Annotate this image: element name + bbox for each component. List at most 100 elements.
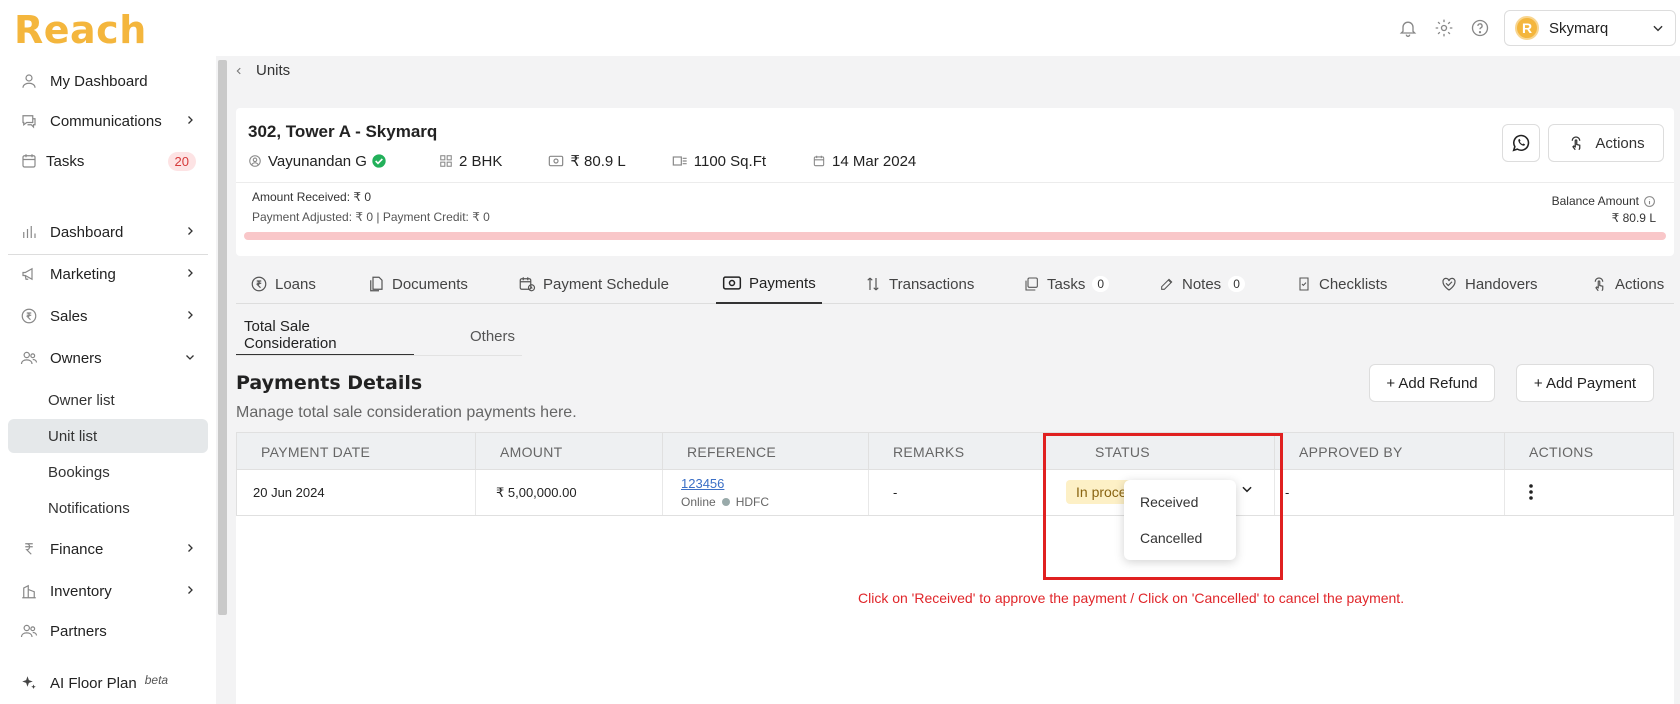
- rupee-icon: [18, 538, 40, 560]
- chevron-right-icon: [184, 542, 196, 554]
- area-value: 1100 Sq.Ft: [693, 152, 767, 170]
- unit-meta: Vayunandan G 2 BHK ₹ 80.9 L 1100 Sq.Ft 1…: [248, 152, 962, 170]
- sidebar-item-label: Communications: [50, 112, 162, 130]
- instruction-annotation: Click on 'Received' to approve the payme…: [858, 590, 1405, 606]
- bell-icon[interactable]: [1396, 16, 1420, 40]
- sidebar-item-label: AI Floor Plan: [50, 674, 137, 692]
- unit-price: ₹ 80.9 L: [548, 152, 626, 170]
- date-value: 14 Mar 2024: [832, 152, 917, 170]
- gear-icon[interactable]: [1432, 16, 1456, 40]
- beta-tag: beta: [144, 673, 169, 687]
- org-selector[interactable]: R Skymarq: [1504, 10, 1676, 46]
- col-amount: AMOUNT: [476, 433, 663, 471]
- sidebar-item-communications[interactable]: Communications: [8, 104, 208, 138]
- sidebar-item-sales[interactable]: Sales: [8, 299, 208, 333]
- more-vertical-icon[interactable]: [1528, 484, 1534, 500]
- chevron-down-icon: [1651, 21, 1665, 35]
- org-name: Skymarq: [1549, 19, 1609, 37]
- sidebar-item-finance[interactable]: Finance: [8, 532, 208, 566]
- balance-label: Balance Amount: [1552, 194, 1656, 208]
- add-payment-button[interactable]: + Add Payment: [1516, 364, 1654, 402]
- chevron-right-icon: [184, 225, 196, 237]
- balance-value: ₹ 80.9 L: [1611, 211, 1656, 225]
- rupee-coin-icon: [250, 275, 268, 293]
- sidebar-item-my-dashboard[interactable]: My Dashboard: [8, 64, 208, 98]
- cell-reference: 123456 Online HDFC: [663, 470, 869, 515]
- config-value: 2 BHK: [458, 152, 503, 170]
- add-refund-button[interactable]: + Add Refund: [1369, 364, 1495, 402]
- sidebar-item-label: Dashboard: [50, 223, 124, 241]
- tasks-icon: [1024, 276, 1040, 292]
- area-icon: [672, 154, 688, 168]
- card-divider: [236, 182, 1674, 183]
- sidebar-item-ai-floor-plan[interactable]: AI Floor Plan beta: [8, 666, 208, 700]
- tab-handovers[interactable]: Handovers: [1434, 264, 1544, 304]
- notes-count: 0: [1228, 276, 1245, 292]
- owner-name: Vayunandan G: [268, 152, 367, 170]
- sidebar-scrollbar[interactable]: [218, 60, 227, 615]
- tab-label: Actions: [1615, 275, 1665, 293]
- tab-label: Notes: [1182, 275, 1222, 293]
- subtab-others[interactable]: Others: [462, 316, 523, 356]
- tasks-count: 0: [1092, 276, 1110, 292]
- app-logo[interactable]: Reach: [14, 8, 147, 52]
- tab-checklists[interactable]: Checklists: [1290, 264, 1393, 304]
- tab-actions[interactable]: Actions: [1584, 264, 1670, 304]
- tab-label: Payments: [749, 274, 816, 292]
- partners-icon: [18, 620, 40, 642]
- payment-progress-bar: [244, 232, 1666, 240]
- payments-subtitle: Manage total sale consideration payments…: [236, 404, 577, 421]
- sidebar-item-marketing[interactable]: Marketing: [8, 257, 208, 291]
- rupee-coin-icon: [18, 305, 40, 327]
- payment-bank: HDFC: [735, 495, 770, 509]
- sidebar-item-owners[interactable]: Owners: [8, 341, 208, 375]
- tab-label: Loans: [275, 275, 316, 293]
- whatsapp-icon: [1510, 132, 1532, 154]
- bar-chart-icon: [18, 221, 40, 243]
- help-icon[interactable]: [1468, 16, 1492, 40]
- tap-icon: [1590, 275, 1608, 293]
- sidebar-subitem-bookings[interactable]: Bookings: [8, 455, 208, 489]
- reference-link[interactable]: 123456: [681, 476, 724, 491]
- sidebar-item-tasks[interactable]: Tasks 20: [8, 144, 208, 178]
- sidebar-subitem-unit-list[interactable]: Unit list: [8, 419, 208, 453]
- sidebar-subitem-notifications[interactable]: Notifications: [8, 491, 208, 525]
- chevron-right-icon: [184, 309, 196, 321]
- chat-icon: [18, 110, 40, 132]
- calendar-icon: [812, 154, 826, 168]
- breadcrumb[interactable]: Units: [234, 62, 290, 79]
- tasks-count-badge: 20: [167, 152, 196, 171]
- unit-config: 2 BHK: [439, 152, 502, 170]
- whatsapp-button[interactable]: [1502, 124, 1540, 162]
- subtab-total-sale-consideration[interactable]: Total Sale Consideration: [236, 316, 414, 356]
- col-actions: ACTIONS: [1529, 444, 1594, 460]
- tap-icon: [1567, 134, 1585, 152]
- tab-tasks[interactable]: Tasks 0: [1018, 264, 1115, 304]
- sidebar-item-dashboard[interactable]: Dashboard: [8, 215, 208, 249]
- tab-loans[interactable]: Loans: [244, 264, 322, 304]
- sidebar-item-label: Partners: [50, 622, 107, 640]
- unit-owner: Vayunandan G: [248, 152, 393, 170]
- tab-documents[interactable]: Documents: [361, 264, 474, 304]
- tab-transactions[interactable]: Transactions: [858, 264, 980, 304]
- table-header: PAYMENT DATE AMOUNT REFERENCE REMARKS ST…: [236, 432, 1674, 471]
- handshake-icon: [1440, 275, 1458, 293]
- actions-button[interactable]: Actions: [1548, 124, 1664, 162]
- tab-payments[interactable]: Payments: [716, 264, 822, 304]
- user-icon: [18, 70, 40, 92]
- price-value: ₹ 80.9 L: [570, 153, 626, 170]
- tab-payment-schedule[interactable]: Payment Schedule: [512, 264, 675, 304]
- col-payment-date: PAYMENT DATE: [237, 433, 476, 471]
- sidebar-item-partners[interactable]: Partners: [8, 614, 208, 648]
- tab-notes[interactable]: Notes 0: [1153, 264, 1251, 304]
- verified-icon: [371, 153, 387, 169]
- sidebar-subitem-owner-list[interactable]: Owner list: [8, 383, 208, 417]
- cell-amount: ₹ 5,00,000.00: [476, 470, 663, 515]
- info-icon[interactable]: [1643, 195, 1656, 208]
- status-highlight-box: [1043, 433, 1283, 580]
- unit-area: 1100 Sq.Ft: [672, 152, 766, 170]
- unit-date: 14 Mar 2024: [812, 152, 916, 170]
- sidebar-item-inventory[interactable]: Inventory: [8, 574, 208, 608]
- tab-label: Payment Schedule: [543, 275, 669, 293]
- building-icon: [18, 580, 40, 602]
